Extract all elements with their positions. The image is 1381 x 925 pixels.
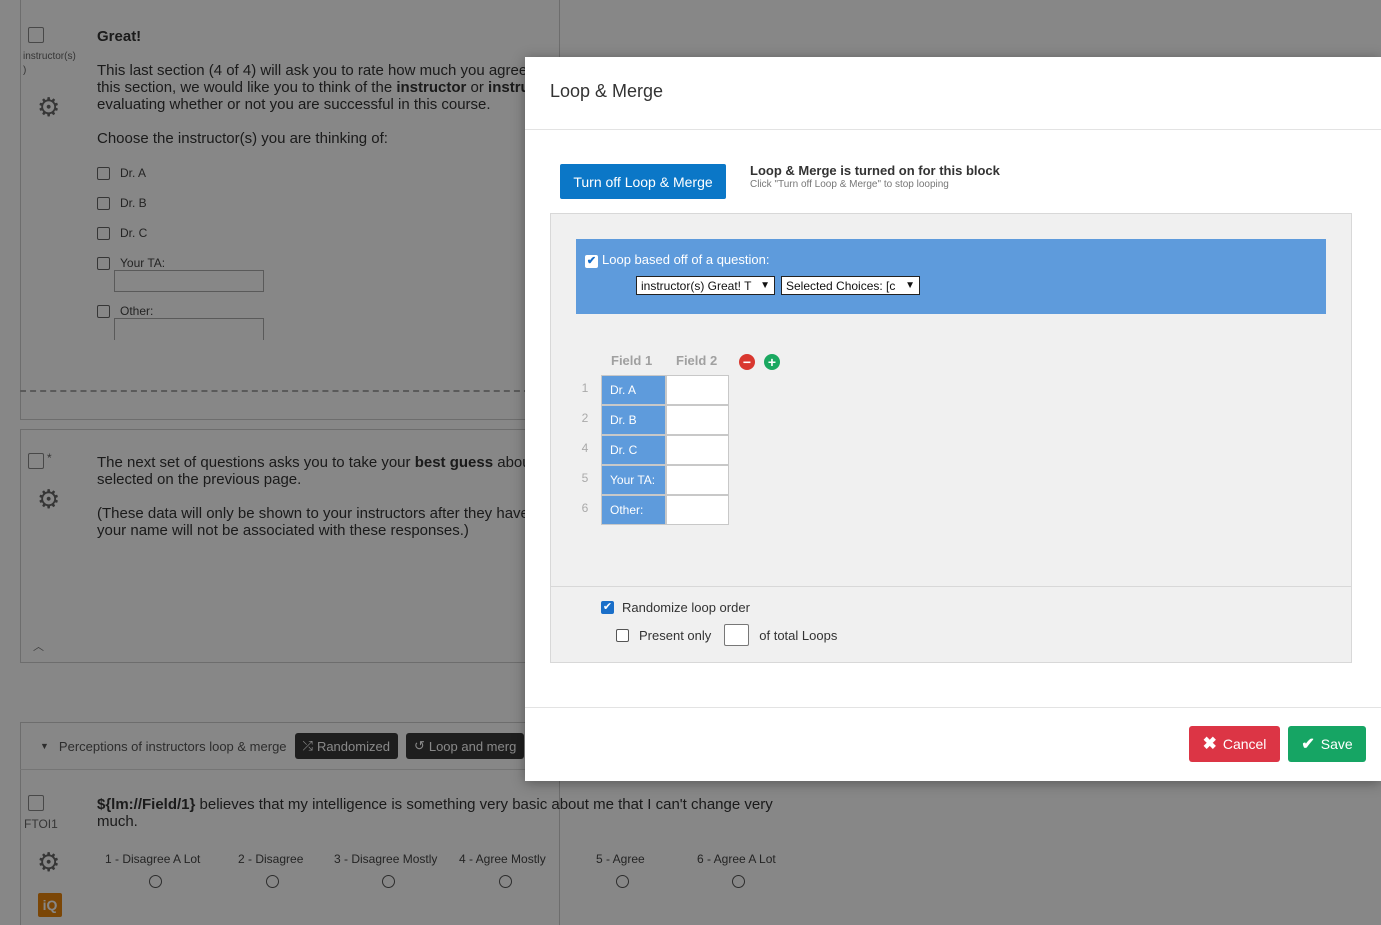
cancel-label: Cancel — [1222, 736, 1267, 752]
choices-select[interactable]: Selected Choices: [c ▼ — [781, 276, 920, 295]
field1-cell[interactable]: Dr. C — [601, 435, 666, 465]
randomize-label: Randomize loop order — [622, 600, 750, 615]
loop-status-subtext: Click "Turn off Loop & Merge" to stop lo… — [750, 179, 949, 190]
loop-status-heading: Loop & Merge is turned on for this block — [750, 163, 1000, 178]
field-header-1: Field 1 — [611, 353, 653, 368]
loop-source-box: ✔ Loop based off of a question: instruct… — [576, 239, 1326, 314]
close-icon: ✖ — [1202, 734, 1217, 753]
cancel-button[interactable]: ✖ Cancel — [1189, 726, 1280, 762]
randomize-option[interactable]: ✔ Randomize loop order — [601, 600, 750, 615]
turn-off-loop-merge-button[interactable]: Turn off Loop & Merge — [560, 164, 726, 199]
row-number: 2 — [581, 411, 589, 425]
field1-cell[interactable]: Dr. A — [601, 375, 666, 405]
field2-cell[interactable] — [666, 495, 729, 525]
field1-cell[interactable]: Other: — [601, 495, 666, 525]
field2-cell[interactable] — [666, 375, 729, 405]
chevron-down-icon: ▼ — [905, 280, 915, 291]
modal-title: Loop & Merge — [550, 81, 664, 101]
row-number: 6 — [581, 501, 589, 515]
loop-based-label: Loop based off of a question: — [602, 252, 770, 267]
field2-cell[interactable] — [666, 465, 729, 495]
add-field-icon[interactable]: + — [764, 354, 780, 370]
field1-cell[interactable]: Dr. B — [601, 405, 666, 435]
save-button[interactable]: ✔ Save — [1288, 726, 1366, 762]
chevron-down-icon: ▼ — [760, 280, 770, 291]
randomize-checkbox[interactable]: ✔ — [601, 601, 614, 614]
loop-based-checkbox[interactable]: ✔ — [585, 255, 598, 268]
loop-merge-modal: Loop & Merge Turn off Loop & Merge Loop … — [525, 57, 1381, 781]
present-only-label: Present only — [639, 627, 712, 643]
modal-footer-divider — [525, 707, 1381, 708]
present-only-checkbox[interactable] — [616, 628, 629, 642]
field2-cell[interactable] — [666, 435, 729, 465]
question-select[interactable]: instructor(s) Great! T ▼ — [636, 276, 775, 295]
row-number: 1 — [581, 381, 589, 395]
row-number: 5 — [581, 471, 589, 485]
panel-divider — [551, 586, 1351, 587]
checkmark-icon: ✔ — [1301, 736, 1315, 753]
field-header-2: Field 2 — [676, 353, 718, 368]
of-total-loops-label: of total Loops — [759, 627, 838, 643]
loop-settings-panel: ✔ Loop based off of a question: instruct… — [550, 213, 1352, 663]
field1-cell[interactable]: Your TA: — [601, 465, 666, 495]
remove-field-icon[interactable]: − — [739, 354, 755, 370]
choices-select-value: Selected Choices: [c — [786, 278, 896, 293]
modal-header-divider — [525, 129, 1381, 130]
field2-cell[interactable] — [666, 405, 729, 435]
present-only-option: Present only of total Loops — [616, 624, 837, 646]
row-number: 4 — [581, 441, 589, 455]
loop-count-input[interactable] — [724, 624, 750, 646]
question-select-value: instructor(s) Great! T — [641, 278, 752, 293]
save-label: Save — [1320, 736, 1353, 752]
